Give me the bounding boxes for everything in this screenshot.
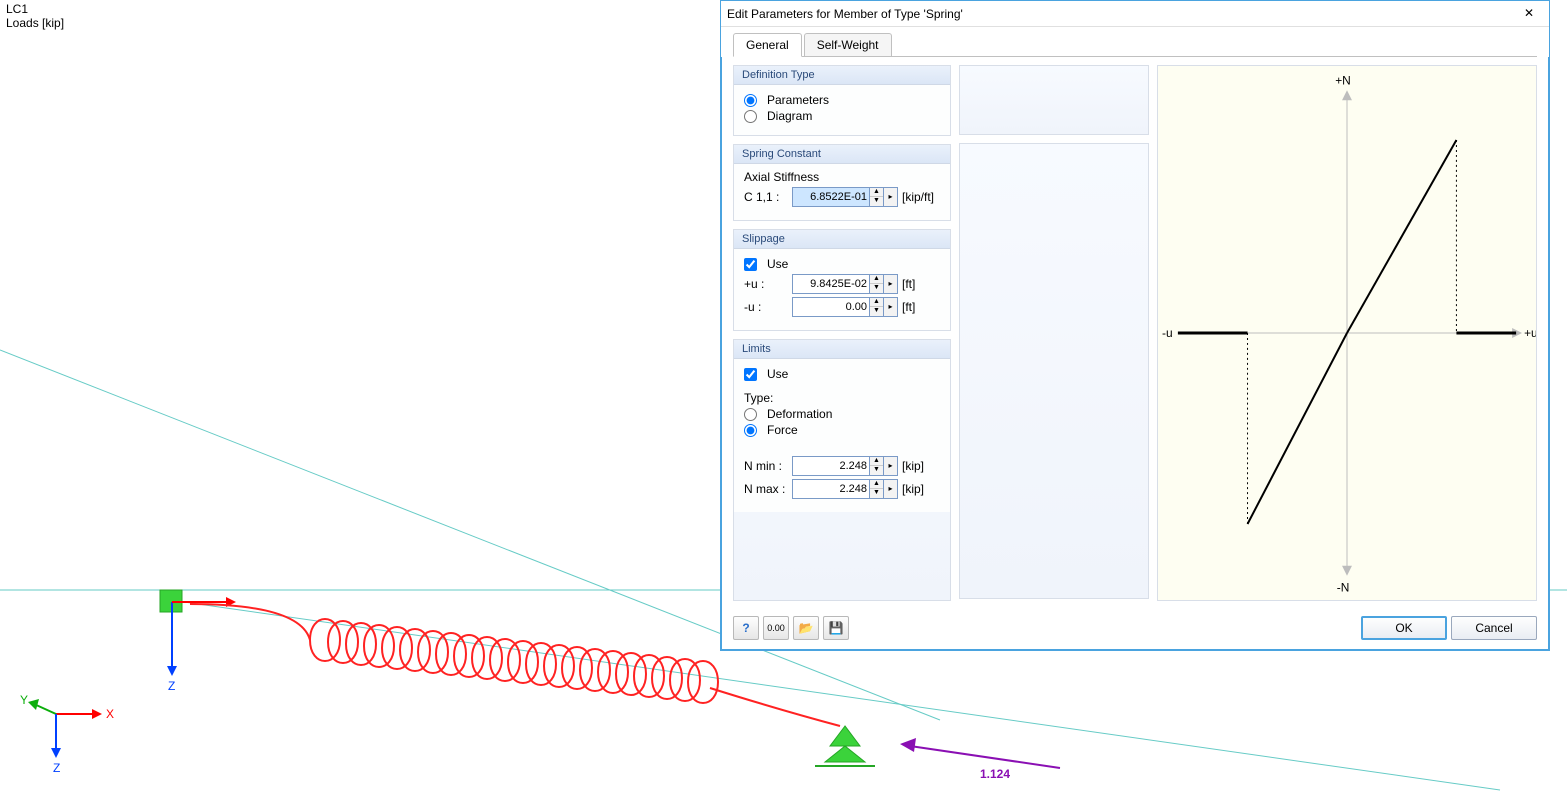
spin-down-icon[interactable]: ▼ [870,284,883,293]
radio-deformation-input[interactable] [744,408,757,421]
plus-u-input[interactable] [792,274,870,294]
cancel-button[interactable]: Cancel [1451,616,1537,640]
radio-diagram[interactable]: Diagram [744,109,940,123]
radio-diagram-input[interactable] [744,110,757,123]
checkbox-slippage-use[interactable]: Use [744,257,940,271]
nmax-input[interactable] [792,479,870,499]
axis-label-z1: Z [168,679,175,693]
c11-unit: [kip/ft] [902,190,934,204]
folder-button[interactable]: 📂 [793,616,819,640]
plus-u-unit: [ft] [902,277,915,291]
radio-parameters-input[interactable] [744,94,757,107]
axis-x: X [106,707,114,721]
tab-general[interactable]: General [733,33,802,57]
empty-panel-1 [959,65,1149,135]
minus-u-input[interactable] [792,297,870,317]
radio-parameters[interactable]: Parameters [744,93,940,107]
dropdown-icon[interactable]: ▸ [884,479,898,499]
group-limits: Limits Use Type: Deformation Force N min… [733,339,951,601]
empty-panel-2 [959,143,1149,599]
nmax-unit: [kip] [902,482,924,496]
spin-up-icon[interactable]: ▲ [870,275,883,284]
units-icon: 0.00 [767,623,785,633]
group-slippage: Slippage Use +u : ▲▼ ▸ [ft] -u : [733,229,951,331]
help-icon: ? [742,621,749,635]
axial-stiffness-label: Axial Stiffness [744,170,940,184]
save-button[interactable]: 💾 [823,616,849,640]
nmax-label: N max : [744,482,788,496]
dropdown-icon[interactable]: ▸ [884,274,898,294]
minus-u-unit: [ft] [902,300,915,314]
diagram-label-pos-u: +u [1524,326,1536,340]
c11-input[interactable] [792,187,870,207]
spin-up-icon[interactable]: ▲ [870,298,883,307]
c11-label: C 1,1 : [744,190,788,204]
spin-up-icon[interactable]: ▲ [870,457,883,466]
save-icon: 💾 [829,621,844,635]
dropdown-icon[interactable]: ▸ [884,456,898,476]
help-button[interactable]: ? [733,616,759,640]
nmin-unit: [kip] [902,459,924,473]
dropdown-icon[interactable]: ▸ [884,297,898,317]
checkbox-limits-use-input[interactable] [744,368,757,381]
spin-down-icon[interactable]: ▼ [870,489,883,498]
tab-strip: General Self-Weight [721,27,1549,57]
diagram-label-neg-u: -u [1162,326,1173,340]
radio-deformation[interactable]: Deformation [744,407,940,421]
minus-u-label: -u : [744,300,788,314]
dialog-title: Edit Parameters for Member of Type 'Spri… [727,7,963,21]
spin-down-icon[interactable]: ▼ [870,466,883,475]
axis-z: Z [53,761,60,775]
plus-u-label: +u : [744,277,788,291]
spring-diagram-preview: +N -N +u -u [1157,65,1537,601]
ok-button[interactable]: OK [1361,616,1447,640]
group-definition-type: Definition Type Parameters Diagram [733,65,951,136]
dialog-titlebar[interactable]: Edit Parameters for Member of Type 'Spri… [721,1,1549,27]
spin-down-icon[interactable]: ▼ [870,307,883,316]
load-value: 1.124 [980,767,1010,781]
nmin-input[interactable] [792,456,870,476]
nmin-label: N min : [744,459,788,473]
spin-up-icon[interactable]: ▲ [870,188,883,197]
checkbox-slippage-use-input[interactable] [744,258,757,271]
diagram-label-neg-n: -N [1337,581,1350,595]
folder-icon: 📂 [799,621,814,635]
limits-type-label: Type: [744,391,940,405]
checkbox-limits-use[interactable]: Use [744,367,940,381]
group-spring-constant: Spring Constant Axial Stiffness C 1,1 : … [733,144,951,221]
units-button[interactable]: 0.00 [763,616,789,640]
axis-y: Y [20,693,28,707]
radio-force[interactable]: Force [744,423,940,437]
group-legend: Definition Type [734,66,950,85]
edit-parameters-dialog: Edit Parameters for Member of Type 'Spri… [720,0,1550,651]
diagram-label-pos-n: +N [1335,73,1351,87]
close-button[interactable]: ✕ [1515,4,1543,24]
spin-down-icon[interactable]: ▼ [870,197,883,206]
spin-up-icon[interactable]: ▲ [870,480,883,489]
radio-force-input[interactable] [744,424,757,437]
dropdown-icon[interactable]: ▸ [884,187,898,207]
tab-self-weight[interactable]: Self-Weight [804,33,892,57]
